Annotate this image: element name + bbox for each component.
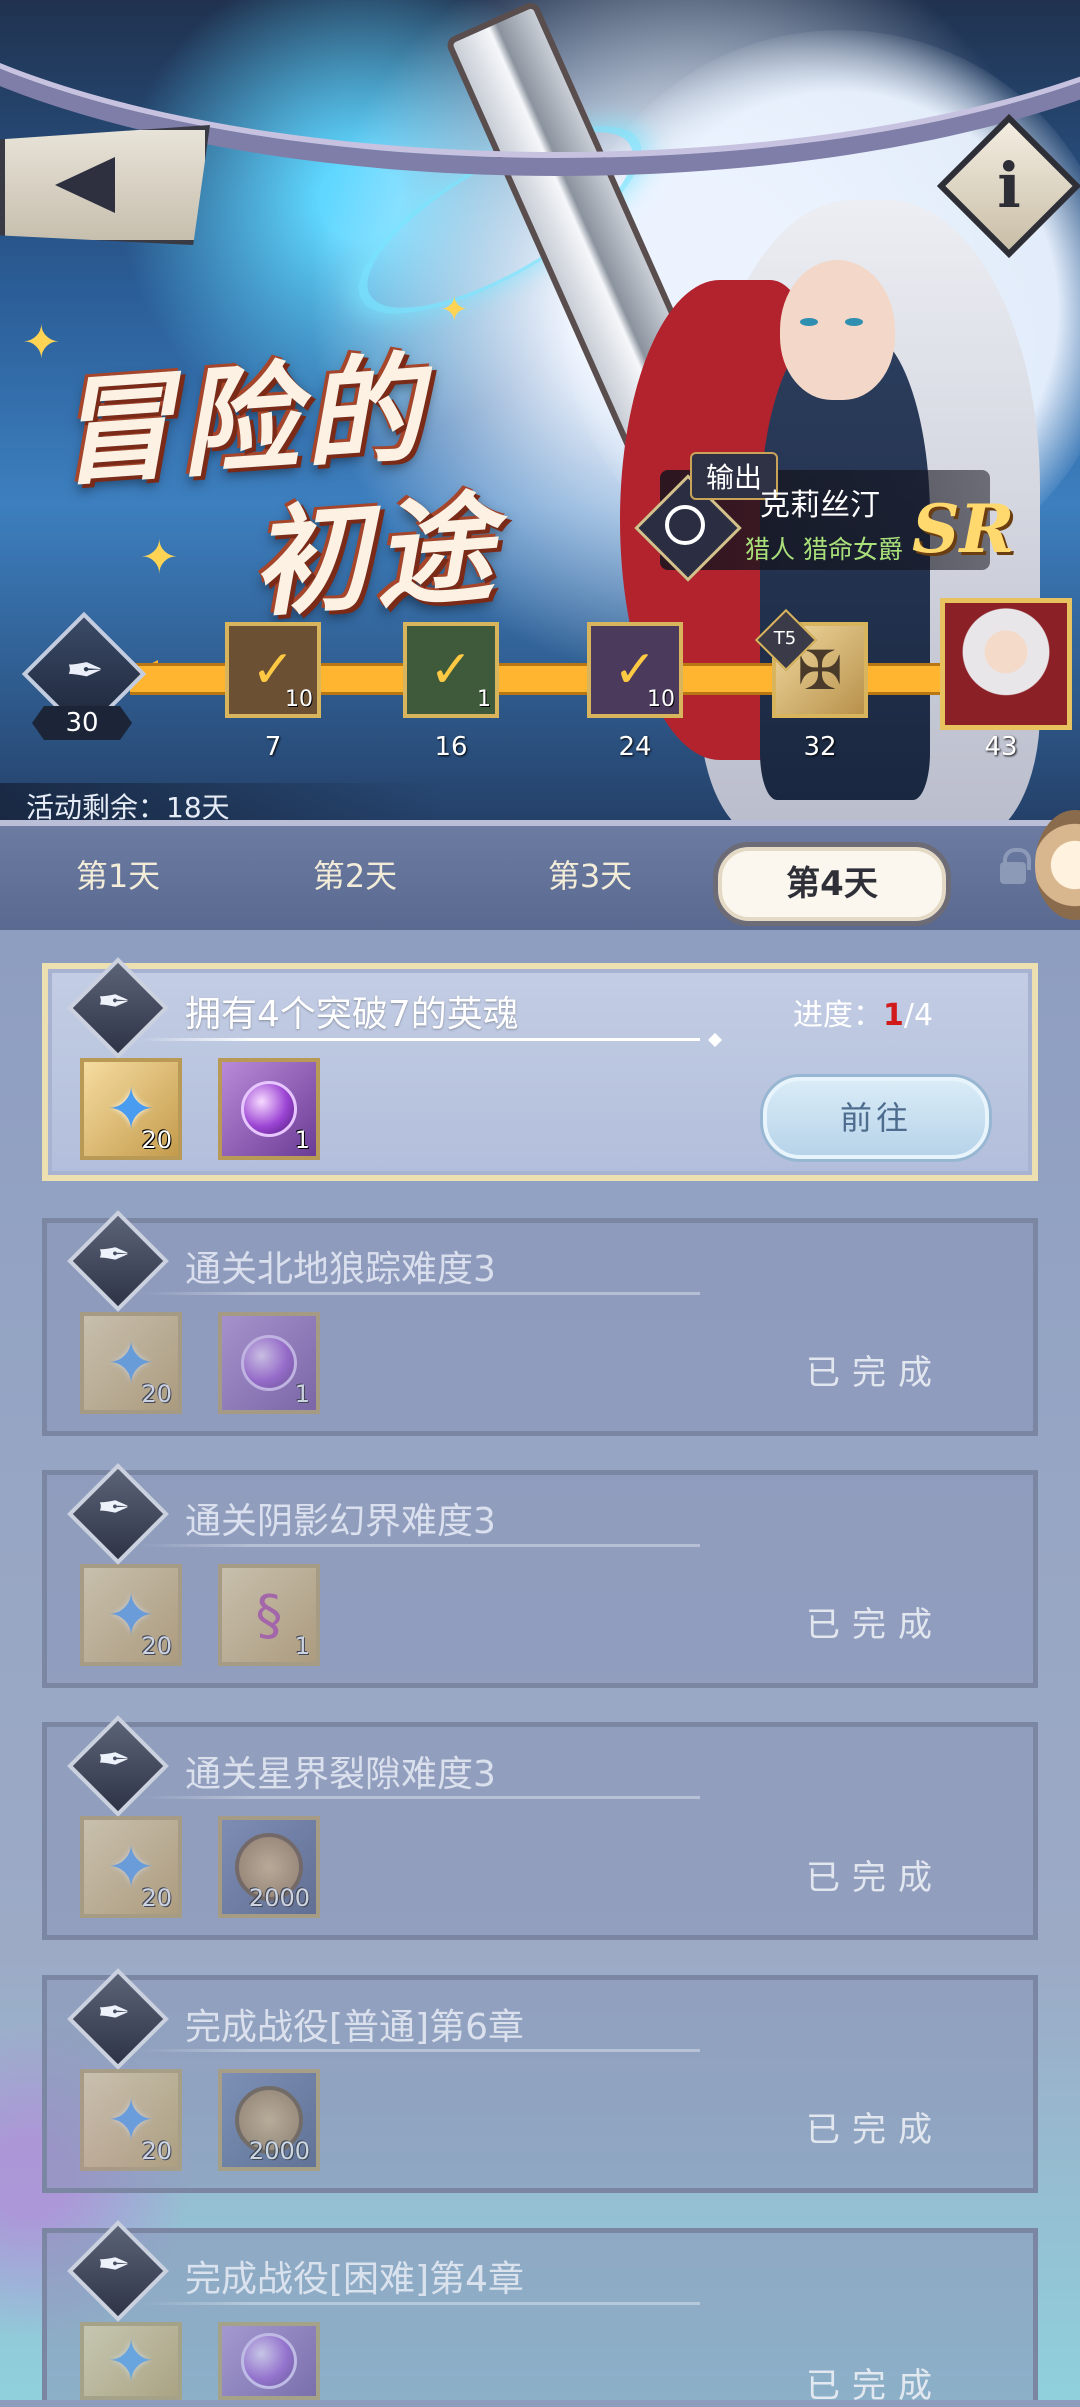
task-title: 完成战役[困难]第4章 [185,2259,524,2300]
crosshair-icon [665,505,705,545]
milestone-reward[interactable]: ✓ 1 [403,622,499,718]
task-title: 通关阴影幻界难度3 [185,1501,496,1542]
milestone-qty: 10 [285,687,313,712]
reward-qty: 2000 [248,2137,310,2165]
quill-badge-icon: ✒ [97,1485,131,1531]
event-title-line2: 初途 [246,477,504,634]
hero-face [780,260,895,400]
quill-badge-icon: ✒ [97,979,131,1025]
quill-badge-icon: ✒ [97,1232,131,1278]
tab-day-3[interactable]: 第3天 [500,846,680,906]
soul-orb-icon [241,1335,297,1391]
task-progress: 进度：1/4 [793,990,933,1034]
scroll-icon: § [255,1583,283,1647]
reward-qty: 20 [141,2137,172,2165]
quill-badge-icon: ✒ [97,1990,131,2036]
tab-day-2[interactable]: 第2天 [265,846,445,906]
reward-qty: 1 [294,1126,310,1154]
quill-badge-icon: ✒ [97,1737,131,1783]
milestone-reward[interactable]: ✓ 10 [225,622,321,718]
tier-badge-label: T5 [773,628,797,649]
milestone-threshold: 24 [618,732,652,762]
reward-item[interactable]: ✦ [80,2322,182,2400]
quill-badge-icon: ✒ [65,643,105,697]
task-divider [140,1544,700,1547]
reward-item[interactable]: ✦ 20 [80,1058,182,1160]
hero-eye [800,318,818,326]
milestone-qty: 10 [647,687,675,712]
task-title: 通关星界裂隙难度3 [185,1754,496,1795]
tab-day-1[interactable]: 第1天 [28,846,208,906]
progress-label: 进度： [793,998,883,1033]
reward-qty: 20 [141,1380,172,1408]
task-divider [140,1038,700,1041]
reward-item[interactable]: ✦ 20 [80,1816,182,1918]
sparkle-icon: ✦ [440,290,469,330]
goto-button[interactable]: 前往 [763,1077,989,1159]
reward-qty: 2000 [248,1884,310,1912]
milestone-threshold: 16 [434,732,468,762]
back-button[interactable] [0,125,210,245]
milestone-reward[interactable]: ✓ 10 [587,622,683,718]
milestone-hero-portrait[interactable] [940,598,1072,730]
check-icon: ✓ [429,640,473,700]
task-title: 完成战役[普通]第6章 [185,2007,524,2048]
reward-qty: 20 [141,1884,172,1912]
hero-name: 克莉丝汀 [760,488,880,523]
rarity-ssr-icon: SR [912,490,1015,568]
hero-eye [845,318,863,326]
reward-item[interactable] [218,2322,320,2400]
reward-item[interactable]: ✦ 20 [80,1564,182,1666]
task-divider [140,1292,700,1295]
reward-item[interactable]: 2000 [218,1816,320,1918]
reward-item[interactable]: 1 [218,1058,320,1160]
task-status-completed: 已完成 [806,2110,944,2150]
back-arrow-icon [55,157,115,213]
task-status-completed: 已完成 [806,1353,944,1393]
quill-badge-icon: ✒ [97,2242,131,2288]
sparkle-icon: ✦ [140,530,179,584]
reward-qty: 1 [294,1632,310,1660]
tab-day-4-label: 第4天 [786,864,878,904]
task-title: 通关北地狼踪难度3 [185,1249,496,1290]
event-banner: ✦ ✦ ✦ 冒险的 初途 输出 克莉丝汀 猎人 猎命女爵 SR ✒ 30 ✓ 1… [0,0,1080,840]
lock-icon [1000,862,1026,884]
reward-item[interactable]: ✦ 20 [80,1312,182,1414]
progress-total: /4 [903,998,934,1033]
points-count: 30 [32,706,132,740]
reward-item[interactable]: 2000 [218,2069,320,2171]
task-status-completed: 已完成 [806,1858,944,1898]
task-divider [140,2049,700,2052]
milestone-threshold: 32 [803,732,837,762]
reward-qty: 20 [141,1632,172,1660]
milestone-threshold: 7 [264,732,282,762]
reward-qty: 1 [294,1380,310,1408]
star-gem-icon: ✦ [106,2327,156,2395]
task-divider [140,2302,700,2305]
reward-item[interactable]: 1 [218,1312,320,1414]
hero-class: 猎人 猎命女爵 [745,535,903,564]
reward-item[interactable]: ✦ 20 [80,2069,182,2171]
task-status-completed: 已完成 [806,1605,944,1645]
milestone-threshold: 43 [984,732,1018,762]
info-icon[interactable]: i [958,135,1060,237]
reward-item[interactable]: § 1 [218,1564,320,1666]
progress-current: 1 [883,998,904,1033]
soul-orb-icon [241,1081,297,1137]
reward-qty: 20 [141,1126,172,1154]
task-title: 拥有4个突破7的英魂 [185,994,519,1035]
milestone-qty: 1 [477,687,491,712]
soul-orb-icon [241,2333,297,2389]
task-divider [140,1796,700,1799]
